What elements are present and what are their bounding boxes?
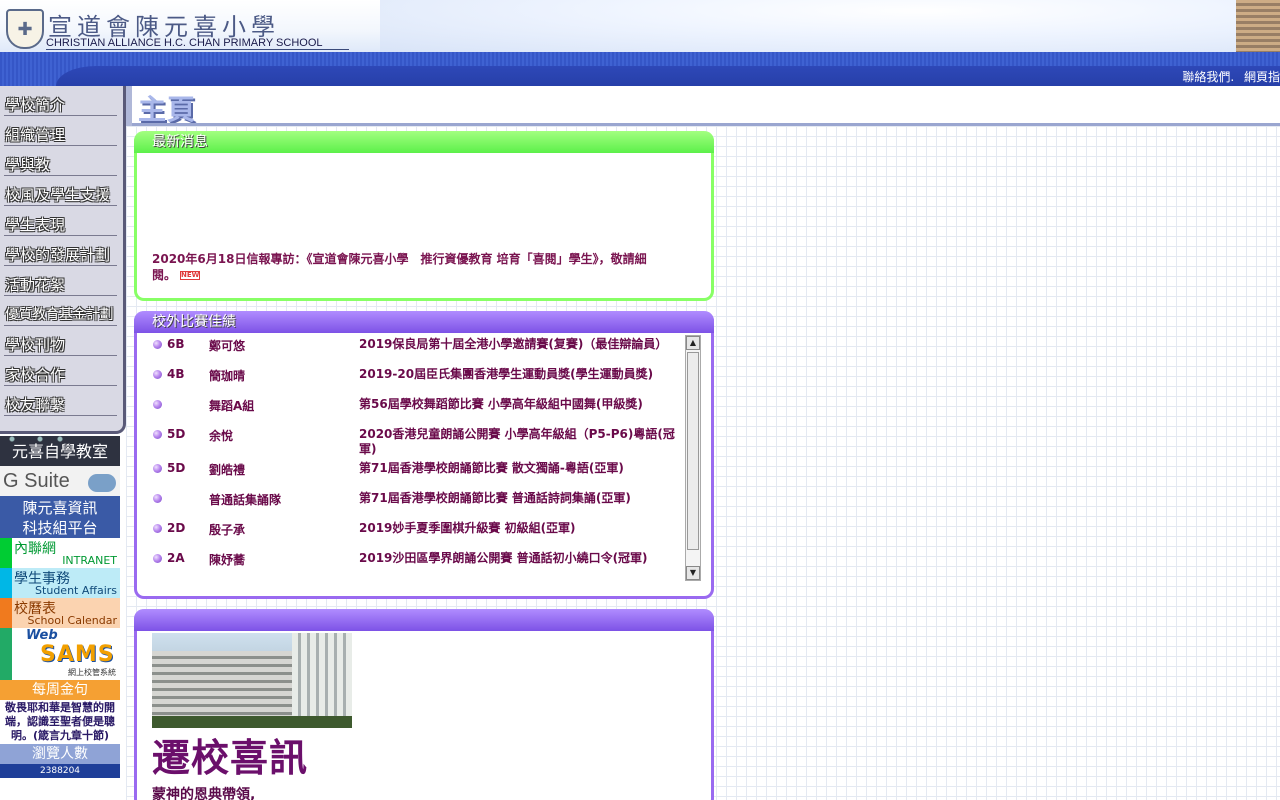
header-sky-background [380,0,1280,56]
visit-counter-value: 2388204 [0,764,120,778]
feature-text: 蒙神的恩典帶領, [152,787,256,800]
cloud-icon [88,474,116,492]
award-title: 2019妙手夏季圍棋升級賽 初級組(亞軍) [359,521,576,535]
top-links: 聯絡我們. 網頁指 [1176,68,1280,85]
award-student: 余悅 [209,429,234,443]
sidebar-item-home-school[interactable]: 家校合作 [0,359,123,389]
sidebar-item-school-intro[interactable]: 學校簡介 [0,89,123,119]
award-class: 6B [167,337,185,351]
page-title-bar: 主頁 [126,86,1280,126]
award-title: 2019保良局第十屆全港小學邀請賽(复賽)（最佳辯論員） [359,337,668,351]
awards-list[interactable]: 6B 鄭可悠 2019保良局第十屆全港小學邀請賽(复賽)（最佳辯論員） 4B 簡… [151,335,685,581]
ict-platform-banner[interactable]: 陳元喜資訊 科技組平台 [0,496,120,538]
bullet-icon [153,340,162,349]
tower-block [292,633,352,723]
sidebar-item-learning-teaching[interactable]: 學與教 [0,149,123,179]
header-curve-bar [56,66,1280,86]
news-item[interactable]: 2020年6月18日信報專訪：《宣道會陳元喜小學 推行資優教育 培育「喜閱」學生… [152,251,652,283]
school-building-photo[interactable] [152,633,352,728]
bullet-icon [153,370,162,379]
intranet-banner[interactable]: 內聯網 INTRANET [0,538,120,568]
visit-counter-title: 瀏覽人數 [0,744,120,764]
sidebar-item-student-support[interactable]: 校風及學生支援 [0,179,123,209]
awards-scrollbar[interactable]: ▲ ▼ [685,335,701,581]
weekly-verse-title: 每周金句 [0,680,120,700]
award-student: 陳妤蕎 [209,553,246,567]
news-panel-title: 最新消息 [134,131,714,153]
award-class: 4B [167,367,185,381]
scroll-up-icon[interactable]: ▲ [686,336,700,350]
bullet-icon [153,554,162,563]
ict-label-line2: 科技組平台 [22,519,98,537]
sidebar-item-qef-projects[interactable]: 優質教育基金計劃 [0,299,123,329]
award-title: 2020香港兒童朗誦公開賽 小學高年級組（P5-P6)粵語(冠軍) [359,427,675,456]
school-name-english[interactable]: CHRISTIAN ALLIANCE H.C. CHAN PRIMARY SCH… [46,37,349,50]
feature-panel-title [134,609,714,631]
award-title: 第56屆學校舞蹈節比賽 小學高年級組中國舞(甲級獎) [359,397,643,411]
student-affairs-label-en: Student Affairs [35,584,117,597]
side-banners: 元喜自學教室 G Suite 陳元喜資訊 科技組平台 內聯網 INTRANET … [0,436,120,778]
school-calendar-banner[interactable]: 校曆表 School Calendar [0,598,120,628]
award-student: 簡珈晴 [209,369,246,383]
bullet-icon [153,464,162,473]
award-student: 普通話集誦隊 [209,493,282,507]
gsuite-banner[interactable]: G Suite [0,466,120,496]
page-title: 主頁 [138,93,197,126]
award-student: 舞蹈A組 [209,399,255,413]
contact-us-link[interactable]: 聯絡我們. [1182,70,1234,84]
feature-heading: 遷校喜訊 [152,736,309,780]
bullet-icon [153,494,162,503]
gsuite-label: G Suite [3,469,70,492]
student-affairs-banner[interactable]: 學生事務 Student Affairs [0,568,120,598]
sidebar-item-development-plan[interactable]: 學校的發展計劃 [0,239,123,269]
award-student: 殷子承 [209,523,246,537]
sidebar-item-publications[interactable]: 學校刊物 [0,329,123,359]
scroll-down-icon[interactable]: ▼ [686,566,700,580]
scroll-thumb[interactable] [687,352,699,550]
bullet-icon [153,524,162,533]
new-badge-icon: NEW [180,271,201,280]
title-underline [132,123,1280,126]
news-panel: 最新消息 2020年6月18日信報專訪：《宣道會陳元喜小學 推行資優教育 培育「… [134,131,714,301]
building-block [152,651,302,721]
weekly-verse-text: 敬畏耶和華是智慧的開端，認識至聖者便是聰明。(箴言九章十節) [0,700,120,744]
awards-panel-title: 校外比賽佳績 [134,311,714,333]
sidebar-item-activities[interactable]: 活動花絮 [0,269,123,299]
sidebar-item-alumni[interactable]: 校友聯繫 [0,389,123,419]
award-class: 5D [167,461,186,475]
award-class: 2A [167,551,185,565]
news-item-text[interactable]: 2020年6月18日信報專訪：《宣道會陳元喜小學 推行資優教育 培育「喜閱」學生… [152,252,647,282]
main-content: 主頁 最新消息 2020年6月18日信報專訪：《宣道會陳元喜小學 推行資優教育 … [126,86,1280,800]
feature-panel: 遷校喜訊 蒙神的恩典帶領, [134,609,714,800]
websams-sub-label: 網上校管系統 [68,668,116,677]
websams-web-label: Web [26,628,58,643]
award-title: 第71屆香港學校朗誦節比賽 散文獨誦-粵語(亞軍) [359,461,624,475]
self-learning-banner[interactable]: 元喜自學教室 [0,436,120,466]
site-header: ✚ 宣道會陳元喜小學 CHRISTIAN ALLIANCE H.C. CHAN … [0,0,1280,86]
intranet-label: 內聯網 [14,541,56,557]
award-title: 2019沙田區學界朗誦公開賽 普通話初小繞口令(冠軍) [359,551,648,565]
site-guide-link[interactable]: 網頁指 [1244,70,1280,84]
award-student: 劉皓禮 [209,463,246,477]
dots-decoration [0,436,120,442]
sidebar-item-organization[interactable]: 組織管理 [0,119,123,149]
sidebar-item-student-performance[interactable]: 學生表現 [0,209,123,239]
school-crest-icon[interactable]: ✚ [6,9,44,49]
websams-banner[interactable]: Web SAMS 網上校管系統 [0,628,120,680]
award-class: 2D [167,521,186,535]
award-title: 2019-20屆臣氏集團香港學生運動員獎(學生運動員獎) [359,367,654,381]
bullet-icon [153,430,162,439]
award-student: 鄭可悠 [209,339,246,353]
self-learning-label: 元喜自學教室 [11,442,108,461]
award-title: 第71屆香港學校朗誦節比賽 普通話詩詞集誦(亞軍) [359,491,631,505]
ict-label-line1: 陳元喜資訊 [22,499,98,517]
bullet-icon [153,400,162,409]
intranet-label-en: INTRANET [62,554,117,567]
award-class: 5D [167,427,186,441]
calendar-label-en: School Calendar [27,614,117,627]
websams-logo-label: SAMS [40,642,115,667]
awards-panel: 校外比賽佳績 6B 鄭可悠 2019保良局第十屆全港小學邀請賽(复賽)（最佳辯論… [134,311,714,599]
sidebar-nav: 學校簡介 組織管理 學與教 校風及學生支援 學生表現 學校的發展計劃 活動花絮 … [0,86,126,434]
